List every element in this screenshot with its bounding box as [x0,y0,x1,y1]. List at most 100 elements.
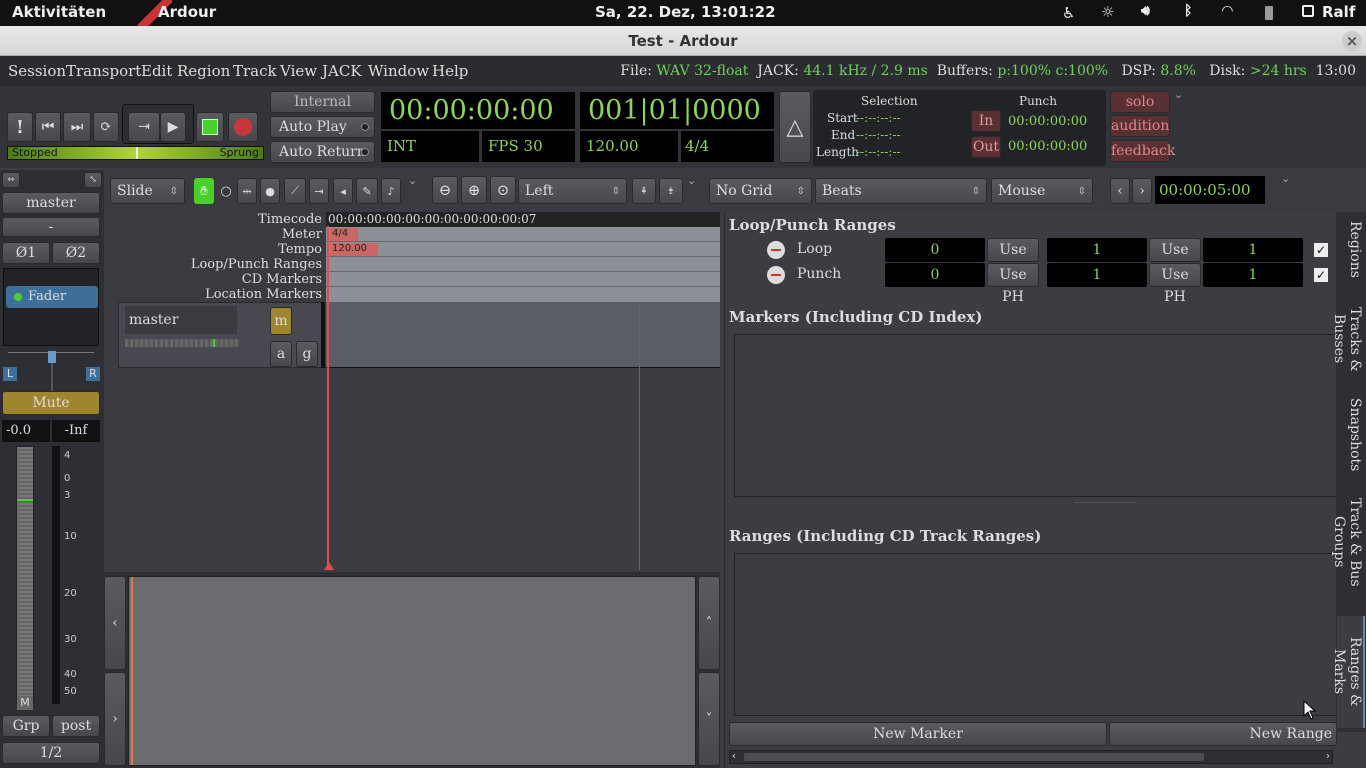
ruler-location-label[interactable]: Location Markers [205,287,322,302]
loop-checkbox[interactable]: ✓ [1314,243,1328,257]
shrink-tracks-icon[interactable]: ⇞ [632,178,656,204]
edit-mode-select[interactable]: Slide ⇳ [110,178,185,204]
play-button[interactable]: ▶ [160,112,186,142]
solo-button[interactable]: solo [1110,91,1170,113]
loop-icon[interactable]: ⟳ [93,112,119,142]
audition-button[interactable]: audition [1110,115,1170,137]
ruler-area[interactable]: 00:00:00:00:00:00:00:00:00:00:07 4/4 120… [326,212,720,302]
ruler-loop-label[interactable]: Loop/Punch Ranges [191,257,322,272]
accessibility-icon[interactable]: ♿ [1062,4,1075,22]
meter-marker[interactable]: 4/4 [330,228,358,241]
window-close-button[interactable]: × [1342,31,1362,51]
master-track-lane[interactable] [326,302,720,368]
summary-canvas[interactable] [128,576,696,766]
input-button[interactable]: - [2,217,100,237]
menu-region[interactable]: Region [177,56,230,86]
menu-help[interactable]: Help [432,56,468,86]
strip-hide-icon[interactable]: ⤡ [84,172,102,188]
strip-width-icon[interactable]: ⇿ [2,172,20,188]
metronome-icon[interactable]: △ [779,91,811,163]
user-menu[interactable]: Ralf [1322,3,1355,21]
selection-start-clock[interactable]: --:--:--:-- [856,111,901,125]
punch-end-use-ph-button[interactable]: Use PH [1149,263,1201,305]
tab-ranges-marks[interactable]: Ranges & Marks [1331,616,1365,728]
punch-end-clock[interactable]: 1 [1047,263,1147,287]
edit-point-select[interactable]: Mouse ⇳ [991,178,1093,204]
app-menu-button[interactable]: Ardour [158,3,216,21]
tab-snapshots[interactable]: Snapshots [1339,398,1363,471]
gain-display[interactable]: -0.0 [2,420,50,442]
gain-fader[interactable] [16,446,34,704]
scrollbar-thumb[interactable] [744,753,1204,761]
loop-start-use-ph-button[interactable]: Use PH [987,238,1039,280]
speaker-icon[interactable]: ◂ [333,178,353,204]
menu-track[interactable]: Track [233,56,277,86]
loop-punch-ruler[interactable] [326,257,720,272]
play-range-button[interactable]: ⇥ [128,112,160,142]
ruler-tempo-label[interactable]: Tempo [278,242,322,257]
loop-end-use-ph-button[interactable]: Use PH [1149,238,1201,280]
punch-length-clock[interactable]: 1 [1203,263,1303,287]
grid-type-select[interactable]: Beats ⇳ [815,178,987,204]
menu-view[interactable]: View [280,56,317,86]
ruler-meter-label[interactable]: Meter [282,227,322,242]
menu-window[interactable]: Window [368,56,429,86]
clock-datetime[interactable]: Sa, 22. Dez, 13:01:22 [595,3,776,21]
new-range-button[interactable]: New Range [1109,722,1337,746]
punch-out-button[interactable]: Out [971,136,1001,158]
loop-start-clock[interactable]: 0 [885,238,985,262]
menu-edit[interactable]: Edit [141,56,172,86]
punch-in-clock[interactable]: 00:00:00:00 [1008,114,1087,129]
output-button[interactable]: 1/2 [2,742,100,764]
range-tool-icon[interactable]: ○ [216,178,236,204]
track-header-master[interactable]: master m a g [118,302,324,368]
scroll-down-button[interactable]: ˅ [698,672,720,766]
grid-select[interactable]: No Grid ⇳ [709,178,812,204]
feedback-button[interactable]: feedback [1110,140,1175,162]
loop-length-clock[interactable]: 1 [1203,238,1303,262]
phase-invert-1-button[interactable]: Ø1 [2,242,50,264]
track-name-field[interactable]: master [125,306,237,334]
punch-start-clock[interactable]: 0 [885,263,985,287]
goto-start-button[interactable]: ⏮ [35,112,61,142]
punch-start-use-ph-button[interactable]: Use PH [987,263,1039,305]
audition-tool-icon[interactable]: ● [260,178,280,204]
zoom-chevron-down-icon[interactable]: ⌄ [687,174,696,187]
panic-button[interactable]: ! [7,112,33,142]
mute-button[interactable]: Mute [2,391,100,415]
menu-session[interactable]: Session [8,56,66,86]
scroll-right-arrow-icon[interactable]: › [1326,751,1330,762]
panner[interactable] [8,351,94,393]
scroll-right-button[interactable]: › [104,672,126,766]
loop-end-clock[interactable]: 1 [1047,238,1147,262]
group-button[interactable]: Grp [2,715,50,737]
scroll-left-button[interactable]: ‹ [104,576,126,670]
meter-ruler[interactable]: 4/4 [326,227,720,242]
nudge-forward-icon[interactable]: › [1132,178,1152,204]
ruler-cd-label[interactable]: CD Markers [242,272,322,287]
track-automation-button[interactable]: a [270,341,292,367]
user-icon[interactable] [1302,5,1314,17]
auto-return-button[interactable]: Auto Return [270,141,375,163]
selection-length-clock[interactable]: --:--:--:-- [856,145,901,159]
selection-end-clock[interactable]: --:--:--:-- [856,128,901,142]
scroll-up-button[interactable]: ˄ [698,576,720,670]
cut-tool-icon[interactable]: ⇹ [237,178,257,204]
tempo-ruler[interactable]: 120.00 [326,242,720,257]
draw-pencil-icon[interactable]: ✎ [356,178,378,204]
tab-tracks-busses[interactable]: Tracks & Busses [1331,286,1363,392]
bluetooth-icon[interactable]: ᛒ [1184,3,1192,19]
expand-tracks-icon[interactable]: ⇟ [659,178,683,204]
zoom-focus-select[interactable]: Left ⇳ [518,178,627,204]
zoom-session-icon[interactable]: ⊙ [490,176,516,204]
menu-transport[interactable]: Transport [66,56,141,86]
markers-list[interactable] [734,334,1337,497]
goto-end-button[interactable]: ⏭ [63,112,91,142]
peak-display[interactable]: -Inf [52,420,100,442]
track-mute-button[interactable]: m [270,307,292,335]
playhead-marker-icon[interactable] [324,562,334,570]
tools-chevron-down-icon[interactable]: ⌄ [408,174,417,187]
pane-divider-handle[interactable] [1075,502,1135,505]
note-icon[interactable]: ♪ [381,178,401,204]
new-marker-button[interactable]: New Marker [729,722,1107,746]
